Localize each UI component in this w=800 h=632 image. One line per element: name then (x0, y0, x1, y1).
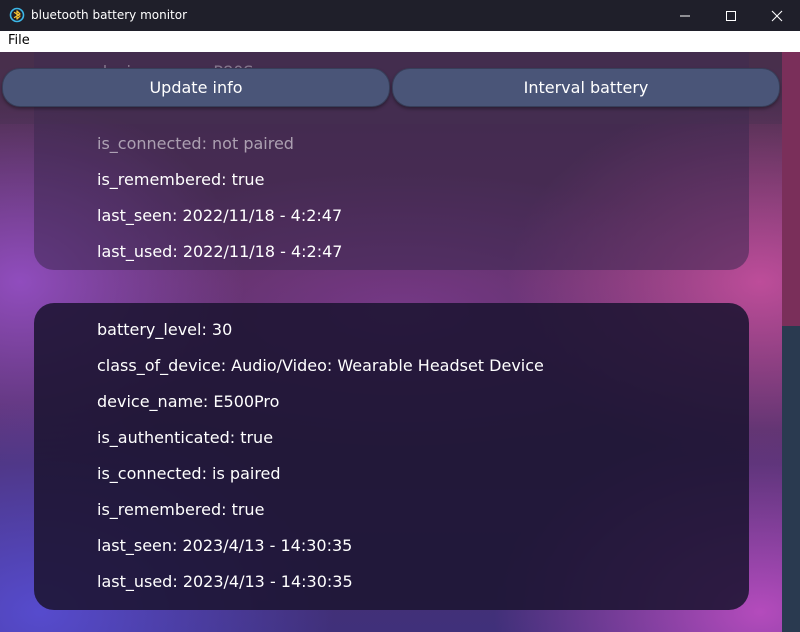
is-authenticated-field: is_authenticated: true (97, 428, 274, 447)
battery-level-field: battery_level: 30 (97, 320, 233, 339)
title-bar[interactable]: bluetooth battery monitor (0, 0, 800, 31)
device-name-field: device_name: E500Pro (97, 392, 280, 411)
class-of-device-field: class_of_device: Audio/Video: Wearable H… (97, 356, 544, 375)
bluetooth-battery-icon (9, 7, 25, 23)
last-used-field: last_used: 2022/11/18 - 4:2:47 (97, 242, 343, 261)
device-list[interactable]: device_name: P80S is_connected: not pair… (0, 52, 782, 632)
scrollbar-thumb[interactable] (782, 52, 800, 326)
last-seen-field: last_seen: 2023/4/13 - 14:30:35 (97, 536, 353, 555)
is-remembered-field: is_remembered: true (97, 170, 265, 189)
minimize-button[interactable] (662, 0, 708, 31)
close-button[interactable] (754, 0, 800, 31)
maximize-icon (726, 10, 736, 21)
last-seen-field: last_seen: 2022/11/18 - 4:2:47 (97, 206, 343, 225)
menu-bar: File (0, 31, 800, 52)
close-icon (771, 10, 783, 21)
device-card-e500pro: battery_level: 30 class_of_device: Audio… (34, 303, 749, 610)
last-used-field: last_used: 2023/4/13 - 14:30:35 (97, 572, 353, 591)
is-connected-field: is_connected: not paired (97, 134, 294, 153)
interval-battery-button[interactable]: Interval battery (392, 68, 780, 107)
action-bar: Update info Interval battery (0, 52, 782, 124)
is-connected-field: is_connected: is paired (97, 464, 281, 483)
update-info-button[interactable]: Update info (2, 68, 390, 107)
menu-file[interactable]: File (8, 33, 30, 48)
minimize-icon (680, 15, 690, 16)
maximize-button[interactable] (708, 0, 754, 31)
window-title: bluetooth battery monitor (31, 8, 188, 22)
is-remembered-field: is_remembered: true (97, 500, 265, 519)
